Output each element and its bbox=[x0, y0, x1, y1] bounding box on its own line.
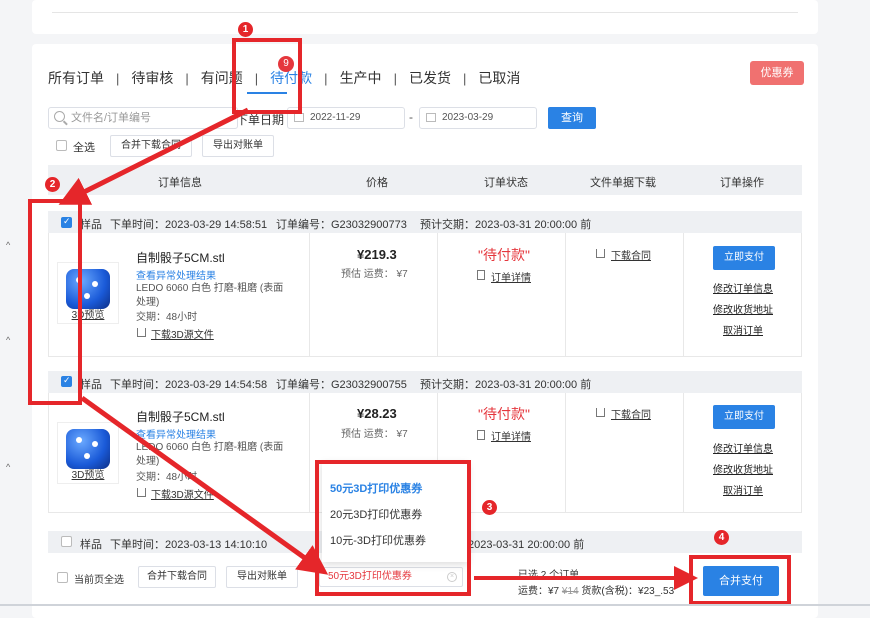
step-marker: 1 bbox=[238, 22, 253, 37]
step-marker: 3 bbox=[482, 500, 497, 515]
step-marker: 2 bbox=[45, 177, 60, 192]
bottom-divider bbox=[0, 604, 870, 606]
arrow-2-to-3 bbox=[80, 395, 329, 575]
arrow-1-to-2 bbox=[58, 107, 250, 205]
step-marker: 4 bbox=[714, 530, 729, 545]
annotation-arrows bbox=[58, 107, 698, 590]
